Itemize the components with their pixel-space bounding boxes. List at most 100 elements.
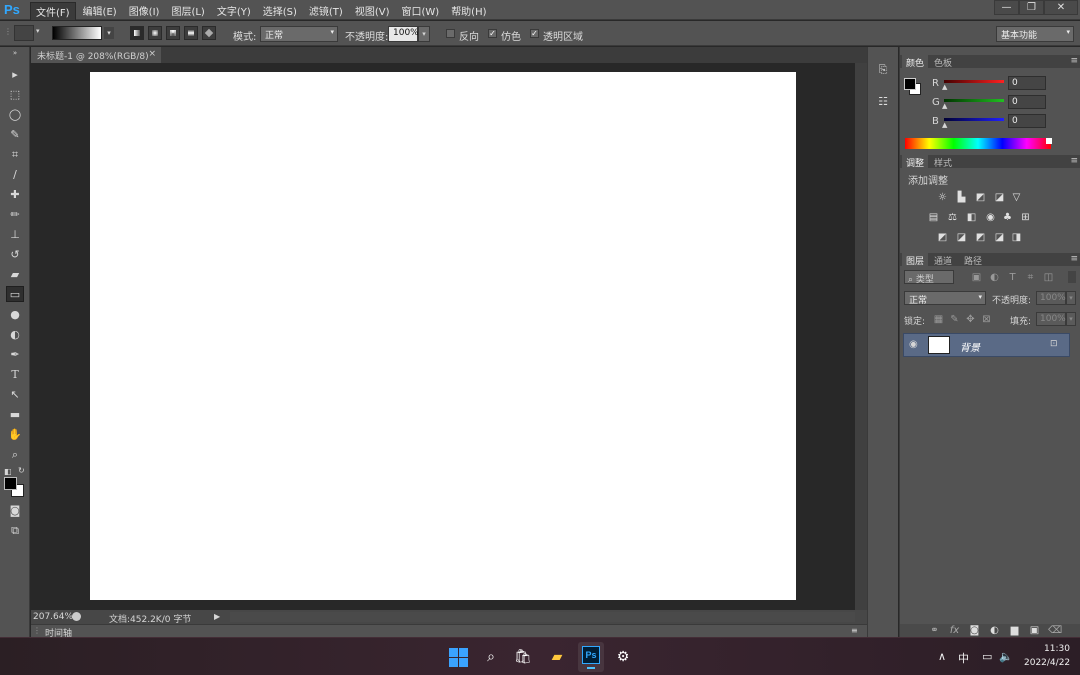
crop-tool-icon[interactable]: ⌗ xyxy=(6,147,24,163)
menu-help[interactable]: 帮助(H) xyxy=(446,2,491,21)
filter-pixel-icon[interactable]: ▣ xyxy=(970,271,983,284)
quick-mask-icon[interactable]: ◙ xyxy=(6,503,24,519)
diamond-gradient-button[interactable] xyxy=(202,26,216,40)
ime-indicator[interactable]: 中 xyxy=(958,650,969,666)
status-info-icon[interactable] xyxy=(72,612,81,621)
tab-adjustments[interactable]: 调整 xyxy=(902,155,929,169)
linear-gradient-button[interactable] xyxy=(130,26,144,40)
filter-kind-select[interactable]: ⌕ 类型 xyxy=(904,270,954,285)
collapse-icon[interactable]: » xyxy=(6,49,24,57)
black-white-icon[interactable]: ◧ xyxy=(965,211,978,224)
menu-view[interactable]: 视图(V) xyxy=(350,2,395,21)
panel-menu-icon[interactable]: ≡ xyxy=(1070,254,1078,264)
tab-layers[interactable]: 图层 xyxy=(902,253,929,267)
opacity-input[interactable]: 100% xyxy=(388,26,419,42)
path-selection-tool-icon[interactable]: ↖ xyxy=(6,387,24,403)
green-value[interactable]: 0 xyxy=(1008,95,1046,109)
swap-colors-icon[interactable]: ↻ xyxy=(18,466,25,475)
healing-brush-tool-icon[interactable]: ✚ xyxy=(6,187,24,203)
add-mask-icon[interactable]: ◙ xyxy=(968,624,981,637)
menu-filter[interactable]: 滤镜(T) xyxy=(304,2,348,21)
settings-gear-icon[interactable]: ⚙ xyxy=(612,646,634,668)
rectangle-tool-icon[interactable]: ▬ xyxy=(6,407,24,423)
lock-image-icon[interactable]: ✎ xyxy=(948,313,961,326)
posterize-icon[interactable]: ◪ xyxy=(955,231,968,244)
chevron-up-icon[interactable]: ∧ xyxy=(938,650,946,663)
eyedropper-tool-icon[interactable]: ∕ xyxy=(6,167,24,183)
history-brush-tool-icon[interactable]: ↺ xyxy=(6,247,24,263)
levels-icon[interactable]: ▙ xyxy=(955,191,968,204)
zoom-level[interactable]: 207.64% xyxy=(33,612,73,622)
properties-panel-icon[interactable]: ☷ xyxy=(874,93,892,111)
brightness-contrast-icon[interactable]: ☼ xyxy=(936,191,949,204)
vibrance-icon[interactable]: ▽ xyxy=(1010,191,1023,204)
dodge-tool-icon[interactable]: ◐ xyxy=(6,327,24,343)
delete-layer-icon[interactable]: ⌫ xyxy=(1048,624,1062,637)
panel-menu-icon[interactable]: ≡ xyxy=(1070,156,1078,166)
close-tab-icon[interactable]: × xyxy=(148,49,156,59)
tab-color[interactable]: 颜色 xyxy=(902,55,929,69)
menu-type[interactable]: 文字(Y) xyxy=(212,2,256,21)
dither-checkbox[interactable]: ✓ xyxy=(488,29,497,38)
slider-handle-icon[interactable]: ▲ xyxy=(942,121,947,129)
status-menu-arrow-icon[interactable]: ▶ xyxy=(214,612,220,621)
brush-tool-icon[interactable]: ✏ xyxy=(6,207,24,223)
filter-smart-object-icon[interactable]: ◫ xyxy=(1042,271,1055,284)
slider-handle-icon[interactable]: ▲ xyxy=(942,83,947,91)
history-panel-icon[interactable]: ⎘ xyxy=(874,61,892,79)
horizontal-scrollbar[interactable] xyxy=(230,612,855,622)
tab-channels[interactable]: 通道 xyxy=(930,253,956,267)
network-icon[interactable]: ▭ xyxy=(982,650,992,663)
opacity-dropdown-icon[interactable]: ▾ xyxy=(418,26,430,42)
close-button[interactable]: ✕ xyxy=(1044,0,1078,15)
menu-layer[interactable]: 图层(L) xyxy=(166,2,209,21)
volume-icon[interactable]: 🔈 xyxy=(999,650,1013,663)
foreground-color-swatch[interactable] xyxy=(4,477,17,490)
eye-icon[interactable]: ◉ xyxy=(909,339,918,350)
exposure-icon[interactable]: ◪ xyxy=(993,191,1006,204)
document-tab[interactable]: 未标题-1 @ 208%(RGB/8) × xyxy=(31,47,161,63)
chevron-down-icon[interactable]: ▾ xyxy=(36,27,40,35)
windows-start-icon[interactable] xyxy=(447,646,469,668)
eraser-tool-icon[interactable]: ▰ xyxy=(6,267,24,283)
red-slider[interactable] xyxy=(944,80,1004,83)
lock-all-icon[interactable]: ⊠ xyxy=(980,313,993,326)
lock-position-icon[interactable]: ✥ xyxy=(964,313,977,326)
filter-shape-icon[interactable]: ⌗ xyxy=(1024,271,1037,284)
type-tool-icon[interactable]: T xyxy=(6,367,24,383)
tab-styles[interactable]: 样式 xyxy=(930,155,956,169)
panel-menu-icon[interactable]: ≡ xyxy=(1070,56,1078,66)
green-slider[interactable] xyxy=(944,99,1004,102)
hue-saturation-icon[interactable]: ▤ xyxy=(927,211,940,224)
marquee-tool-icon[interactable]: ⬚ xyxy=(6,87,24,103)
mode-select[interactable]: 正常 ▾ xyxy=(260,26,338,42)
color-balance-icon[interactable]: ⚖ xyxy=(946,211,959,224)
foreground-color-swatch[interactable] xyxy=(904,78,916,90)
gradient-map-icon[interactable]: ◪ xyxy=(993,231,1006,244)
move-tool-icon[interactable]: ▸ xyxy=(6,67,24,83)
layer-name[interactable]: 背景 xyxy=(960,339,980,354)
photoshop-taskbar-icon[interactable]: Ps xyxy=(578,642,604,672)
restore-button[interactable]: ❐ xyxy=(1019,0,1044,15)
color-lookup-icon[interactable]: ⊞ xyxy=(1019,211,1032,224)
selective-color-icon[interactable]: ◨ xyxy=(1010,231,1023,244)
new-group-icon[interactable]: ▆ xyxy=(1008,624,1021,637)
layer-row[interactable]: ◉ 背景 ⊡ xyxy=(903,333,1070,357)
pen-tool-icon[interactable]: ✒ xyxy=(6,347,24,363)
document-canvas[interactable] xyxy=(90,72,796,600)
blue-slider[interactable] xyxy=(944,118,1004,121)
filter-adjustment-icon[interactable]: ◐ xyxy=(988,271,1001,284)
white-swatch[interactable] xyxy=(1046,138,1052,144)
zoom-tool-icon[interactable]: ⌕ xyxy=(6,447,24,463)
blur-tool-icon[interactable]: ● xyxy=(6,307,24,323)
store-icon[interactable]: 🛍 xyxy=(512,646,534,668)
clock-date[interactable]: 2022/4/22 xyxy=(1024,658,1070,668)
invert-icon[interactable]: ◩ xyxy=(936,231,949,244)
threshold-icon[interactable]: ◩ xyxy=(974,231,987,244)
lasso-tool-icon[interactable]: ◯ xyxy=(6,107,24,123)
photo-filter-icon[interactable]: ◉ xyxy=(984,211,997,224)
blue-value[interactable]: 0 xyxy=(1008,114,1046,128)
chevron-down-icon[interactable]: ▾ xyxy=(1066,291,1076,305)
layer-opacity-input[interactable]: 100% xyxy=(1036,291,1066,305)
radial-gradient-button[interactable] xyxy=(148,26,162,40)
